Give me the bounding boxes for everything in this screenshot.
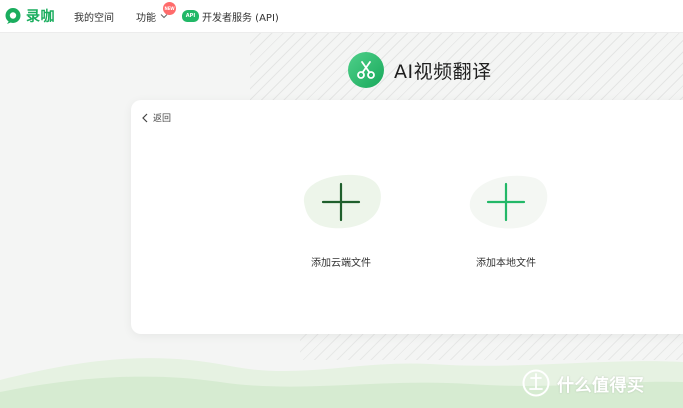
plus-icon xyxy=(469,175,548,229)
scissors-icon xyxy=(348,52,384,88)
back-button[interactable]: 返回 xyxy=(141,111,171,124)
upload-card: 返回 添加云端文件 添加本地文件 xyxy=(131,100,683,334)
add-cloud-file-button[interactable]: 添加云端文件 xyxy=(299,172,383,269)
lucha-logo-icon xyxy=(5,8,21,24)
watermark-text: 什么值得买 xyxy=(557,375,645,396)
api-cloud-icon: API xyxy=(182,10,199,22)
watermark: 什么值得买 xyxy=(522,369,645,397)
add-local-file-button[interactable]: 添加本地文件 xyxy=(461,172,551,269)
new-badge: NEW xyxy=(163,2,176,15)
new-badge-label: NEW xyxy=(164,6,175,11)
nav-my-space-label: 我的空间 xyxy=(74,12,114,24)
api-icon-label: API xyxy=(185,13,196,19)
top-navigation-bar: 录咖 我的空间 功能 API 开发者服务 (API) NEW xyxy=(0,0,683,33)
nav-developer-service[interactable]: API 开发者服务 (API) xyxy=(182,9,279,24)
nav-my-space[interactable]: 我的空间 xyxy=(74,9,114,24)
brand[interactable]: 录咖 xyxy=(4,6,55,26)
brand-name: 录咖 xyxy=(26,9,55,25)
page-title-group: AI视频翻译 xyxy=(348,52,492,88)
zhi-icon xyxy=(522,369,550,397)
plus-icon xyxy=(303,174,381,229)
page-title: AI视频翻译 xyxy=(394,60,492,83)
back-label: 返回 xyxy=(153,114,172,124)
nav-developer-service-label: 开发者服务 (API) xyxy=(202,12,279,24)
chevron-left-icon xyxy=(142,113,148,122)
add-cloud-file-label: 添加云端文件 xyxy=(311,258,371,269)
add-local-file-label: 添加本地文件 xyxy=(476,258,536,269)
nav-features-label: 功能 xyxy=(136,12,156,24)
